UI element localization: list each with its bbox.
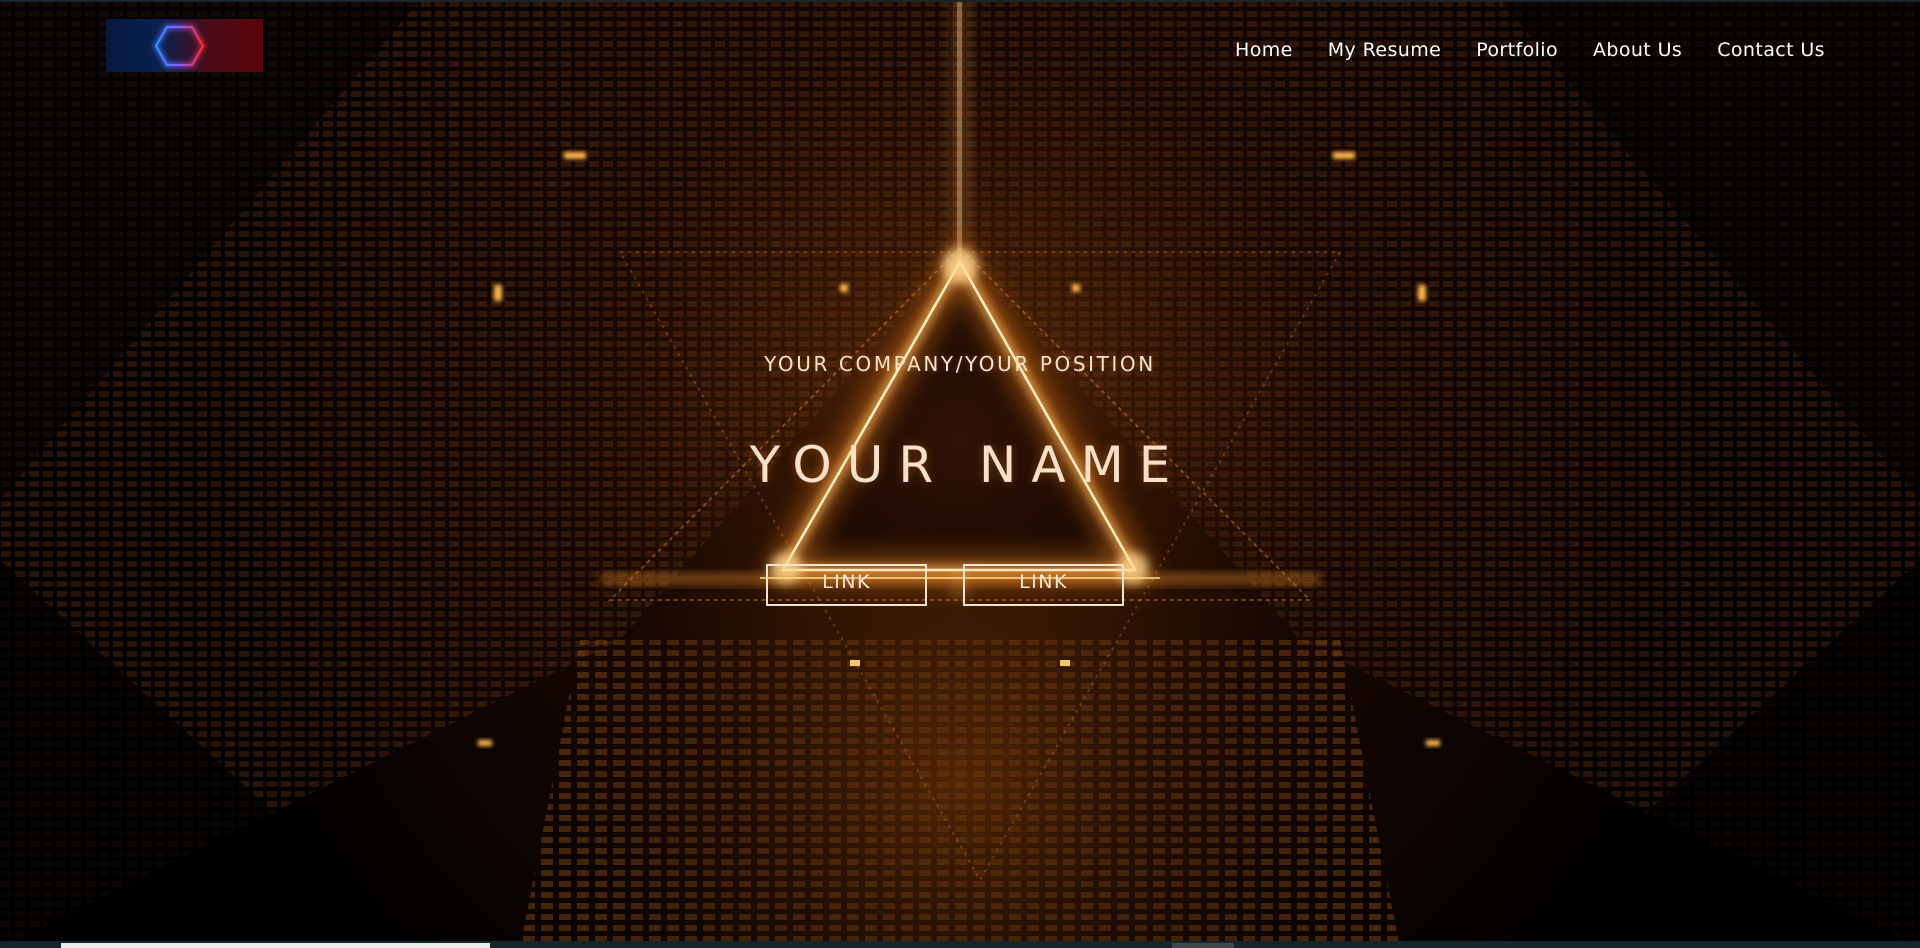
hero-subtitle: YOUR COMPANY/YOUR POSITION [764, 352, 1156, 376]
nav-item-about-us[interactable]: About Us [1593, 37, 1682, 63]
main-nav: Home My Resume Portfolio About Us Contac… [1200, 37, 1825, 63]
landing-page: Home My Resume Portfolio About Us Contac… [0, 0, 1920, 948]
hero-link-button-1[interactable]: LINK [766, 564, 927, 606]
hero-link-button-2[interactable]: LINK [963, 564, 1124, 606]
horizontal-scrollbar-thumb[interactable] [61, 943, 490, 948]
nav-item-contact-us[interactable]: Contact Us [1717, 37, 1825, 63]
bottom-strip-segment [1172, 943, 1234, 948]
nav-item-home[interactable]: Home [1235, 37, 1293, 63]
hero-title: YOUR NAME [749, 436, 1186, 494]
bottom-scroll-strip [0, 941, 1920, 948]
hero-button-group: LINK LINK [766, 564, 1124, 606]
top-border [0, 0, 1920, 2]
nav-item-portfolio[interactable]: Portfolio [1476, 37, 1558, 63]
nav-item-my-resume[interactable]: My Resume [1328, 37, 1441, 63]
hexagon-icon [152, 24, 207, 70]
hexagon-logo[interactable] [106, 19, 263, 72]
